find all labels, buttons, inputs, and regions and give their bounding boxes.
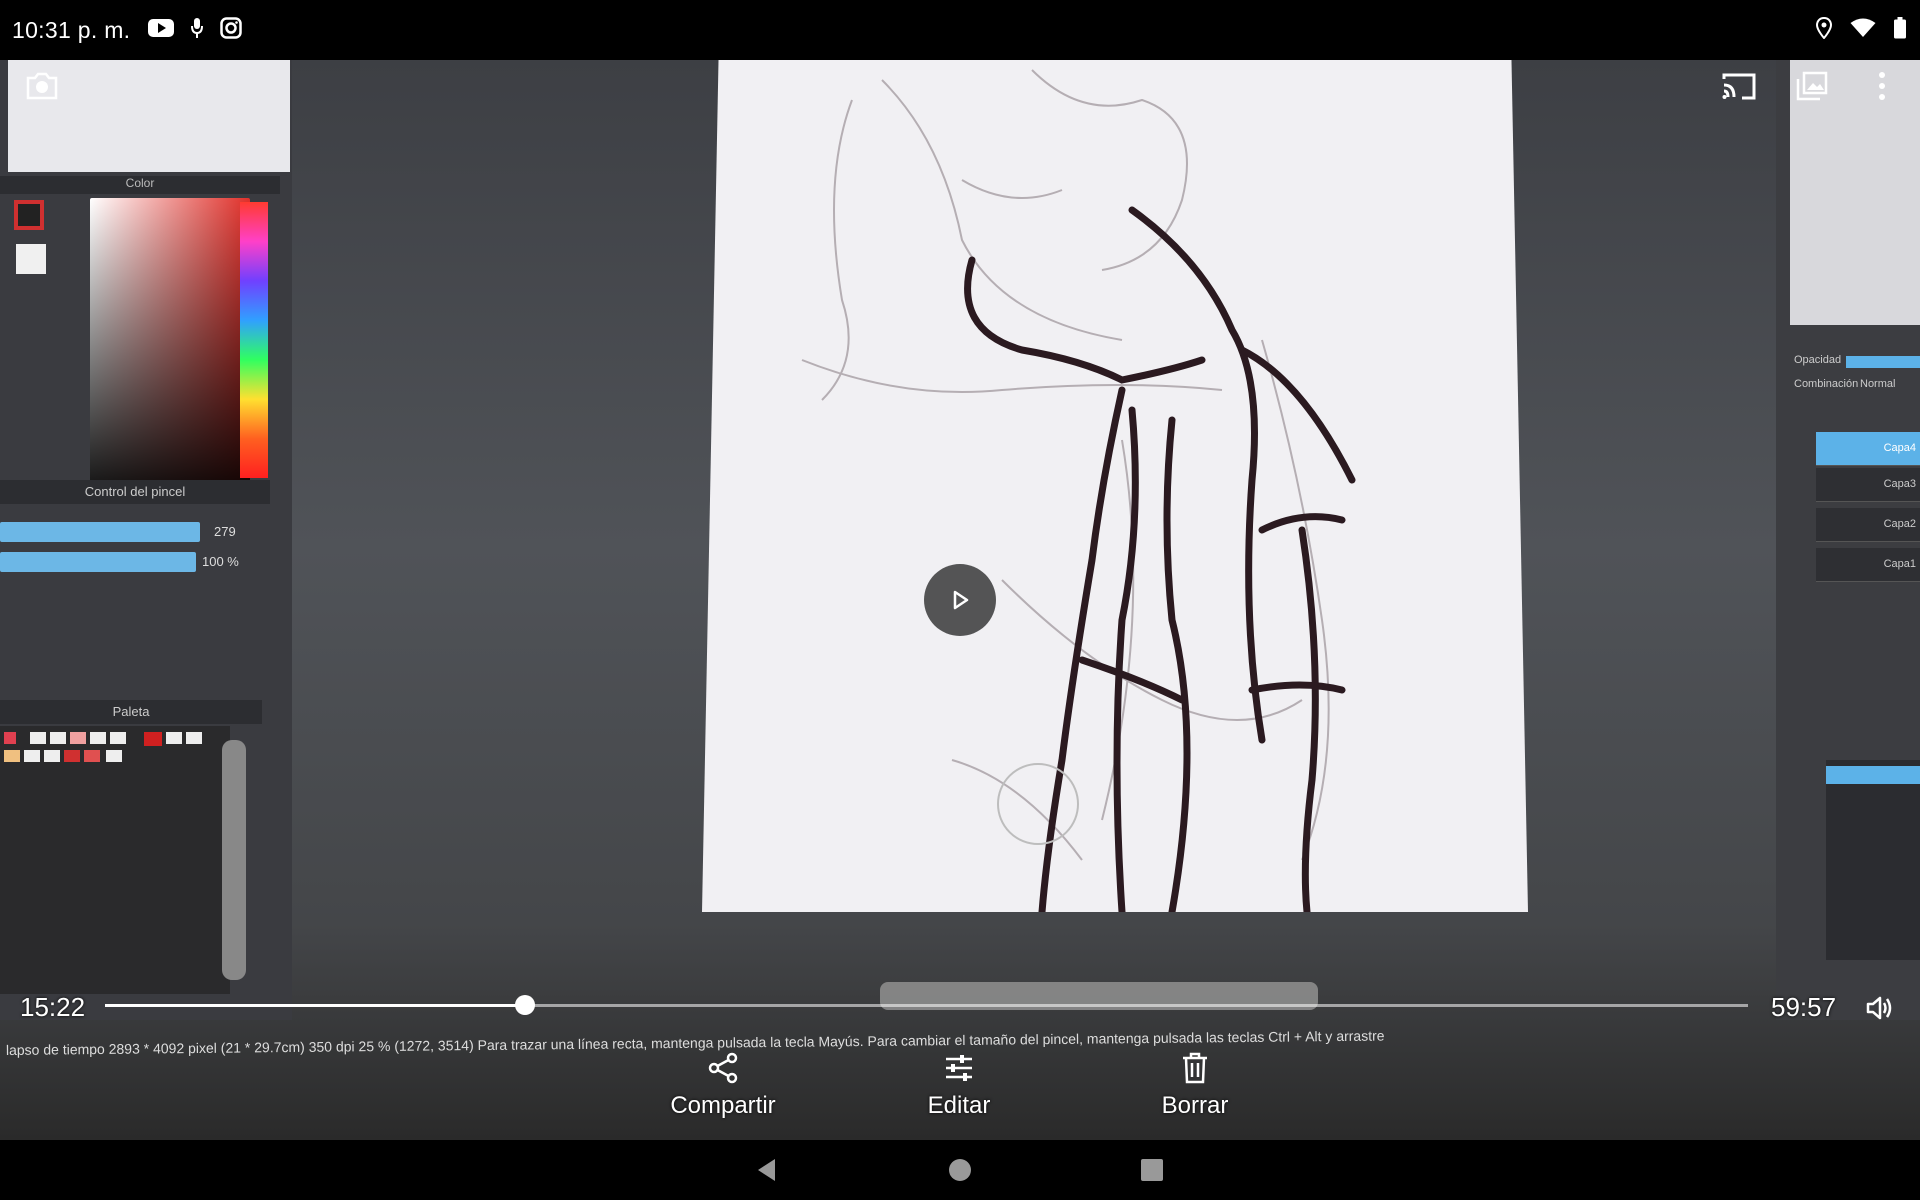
- recorded-layer-row: Capa4: [1816, 432, 1920, 466]
- play-button[interactable]: [924, 564, 996, 636]
- tune-icon: [946, 1055, 972, 1081]
- edit-label: Editar: [927, 1092, 991, 1119]
- seek-progress: [105, 1004, 526, 1007]
- home-icon[interactable]: [938, 1148, 982, 1192]
- recorded-palette-title: Paleta: [0, 700, 262, 724]
- recorded-background-swatch: [16, 244, 46, 274]
- recorded-brush-opacity-bar: [0, 552, 196, 572]
- recorded-brush-opacity-value: 100 %: [202, 554, 239, 569]
- play-icon: [953, 590, 969, 610]
- instagram-icon: [220, 16, 243, 44]
- recorded-color-panel-title: Color: [0, 176, 280, 194]
- screenshot-camera-icon[interactable]: [22, 66, 62, 106]
- recorded-opacity-bar: [1846, 356, 1920, 368]
- seek-bar[interactable]: [105, 995, 1748, 1015]
- battery-icon: [1894, 16, 1906, 44]
- recorded-brush-list: [1826, 760, 1920, 960]
- share-button[interactable]: Compartir: [633, 1052, 813, 1120]
- recorded-layer-row: Capa3: [1816, 468, 1920, 502]
- status-time: 10:31 p. m.: [12, 16, 131, 43]
- share-label: Compartir: [670, 1092, 776, 1119]
- action-bar: Compartir Editar Borrar: [0, 1040, 1920, 1140]
- recorded-brush-size-value: 279: [214, 524, 236, 539]
- current-time: 15:22: [20, 992, 86, 1022]
- wifi-icon: [1850, 18, 1876, 43]
- recents-icon[interactable]: [1130, 1148, 1174, 1192]
- trash-icon: [1183, 1052, 1207, 1084]
- more-options-icon[interactable]: [1862, 66, 1902, 106]
- recorded-left-panels: Color Control del pincel 279 100 % Palet…: [0, 60, 292, 1020]
- recorded-right-panels: Opacidad Combinación Normal Capa4 Capa3 …: [1776, 60, 1920, 1020]
- delete-button[interactable]: Borrar: [1105, 1052, 1285, 1120]
- volume-button[interactable]: [1860, 988, 1900, 1028]
- share-icon: [708, 1052, 738, 1084]
- recorded-layer-row: Capa1: [1816, 548, 1920, 582]
- gallery-icon[interactable]: [1792, 66, 1832, 106]
- recorded-hue-slider: [240, 202, 268, 478]
- recorded-blend-label: Combinación: [1794, 378, 1859, 390]
- recorded-drawing-canvas: [702, 60, 1528, 912]
- video-player[interactable]: Color Control del pincel 279 100 % Palet…: [0, 60, 1920, 1140]
- location-icon: [1815, 16, 1833, 44]
- edit-button[interactable]: Editar: [869, 1052, 1049, 1120]
- delete-label: Borrar: [1161, 1092, 1229, 1119]
- recorded-brush-size-bar: [0, 522, 200, 542]
- volume-icon: [1866, 996, 1892, 1020]
- recorded-blend-value: Normal: [1860, 378, 1896, 390]
- cast-icon[interactable]: [1719, 66, 1759, 106]
- recorded-opacity-label: Opacidad: [1794, 354, 1842, 366]
- recorded-palette-area: [0, 726, 230, 994]
- back-icon[interactable]: [745, 1148, 789, 1192]
- recorded-palette-scrollbar: [222, 740, 246, 980]
- recorded-foreground-swatch: [14, 200, 44, 230]
- total-time: 59:57: [1771, 992, 1837, 1022]
- recorded-brush-panel-title: Control del pincel: [0, 480, 270, 504]
- navigation-bar: [0, 1140, 1920, 1200]
- youtube-icon: [148, 18, 175, 43]
- recorded-color-picker: [90, 198, 250, 482]
- microphone-icon: [190, 17, 204, 44]
- recorded-layer-row: Capa2: [1816, 508, 1920, 542]
- seek-thumb[interactable]: [515, 995, 536, 1015]
- status-bar: 10:31 p. m.: [0, 0, 1920, 60]
